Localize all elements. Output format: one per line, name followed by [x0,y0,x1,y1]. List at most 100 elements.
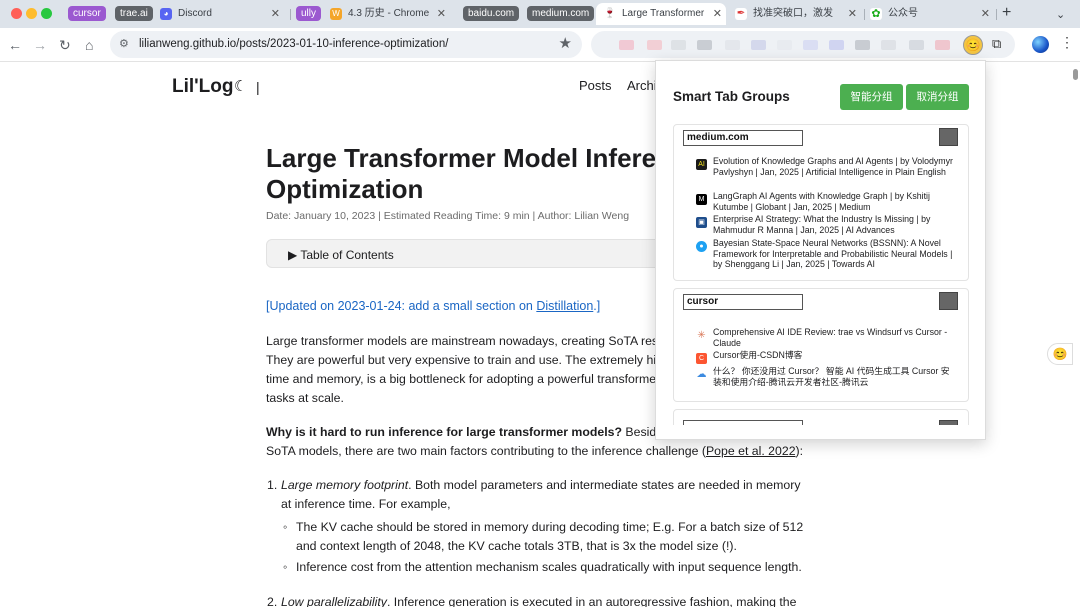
browser-toolbar: ← → ↻ ⌂ ⚙ lilianweng.github.io/posts/202… [0,28,1080,62]
forward-arrow-icon[interactable]: → [33,36,47,54]
discord-icon: ◕ [160,8,172,20]
site-info-icon[interactable]: ⚙ [119,37,129,50]
side-extension-icon[interactable]: 😊 [1047,343,1073,365]
emphasis: Low parallelizability [281,595,387,607]
tab-search-chevron-icon[interactable]: ⌄ [1056,6,1065,24]
claude-icon: ✳ [696,330,707,341]
close-icon[interactable]: ✕ [713,3,722,25]
list-number: 1. [267,478,278,492]
text-line: and context length of 2048, the KV cache… [296,539,737,553]
group-tab-item[interactable]: ● Bayesian State-Space Neural Networks (… [696,238,958,270]
address-bar[interactable]: ⚙ lilianweng.github.io/posts/2023-01-10-… [110,31,582,58]
wine-glass-icon: 🍷 [603,8,617,20]
smart-tab-groups-extension-button[interactable]: 😊 [963,35,983,55]
group-card-next [673,409,969,425]
pope-link[interactable]: Pope et al. 2022 [706,444,796,458]
update-prefix: [Updated on 2023-01-24: add a small sect… [266,299,537,313]
menu-archive[interactable]: Archi [627,78,657,93]
group-list[interactable]: medium.com AI Evolution of Knowledge Gra… [673,124,969,425]
update-note: [Updated on 2023-01-24: add a small sect… [266,299,600,313]
close-window-button[interactable] [11,8,22,19]
group-tab-item[interactable]: ☁ 什么？ 你还没用过 Cursor？ 智能 AI 代码生成工具 Cursor … [696,366,958,387]
group-color-picker[interactable] [939,420,958,425]
group-card-medium: medium.com AI Evolution of Knowledge Gra… [673,124,969,281]
close-icon[interactable]: ✕ [848,3,857,25]
popup-title: Smart Tab Groups [673,89,790,104]
tab-group-baidu[interactable]: baidu.com [463,6,520,21]
group-name-input[interactable] [683,420,803,425]
text-line: Large transformer models are mainstream … [266,334,665,348]
towards-ai-icon: ● [696,241,707,252]
menu-posts[interactable]: Posts [579,78,612,93]
tab-article[interactable]: ✒ 找准突破口，激发 ✕ [735,3,861,25]
tencent-cloud-icon: ☁ [696,369,707,380]
group-color-picker[interactable] [939,128,958,146]
tab-discord[interactable]: ◕ Discord ✕ [160,3,284,25]
theme-toggle-moon-icon[interactable]: ☾ [234,77,247,95]
distillation-link[interactable]: Distillation [536,299,593,313]
extensions-strip [591,31,1015,58]
group-tab-item[interactable]: AI Evolution of Knowledge Graphs and AI … [696,156,958,177]
tab-strip: cursor trae.ai ◕ Discord ✕ ully W 4.3 历史… [0,0,1080,28]
text-line: They are powerful but very expensive to … [266,353,663,367]
table-of-contents[interactable]: ▶ Table of Contents [266,239,666,268]
maximize-window-button[interactable] [41,8,52,19]
profile-avatar[interactable] [1032,36,1049,53]
tab-group-cursor[interactable]: cursor [68,6,106,21]
pen-icon: ✒ [735,8,747,20]
reload-icon[interactable]: ↻ [59,36,71,54]
article-meta: Date: January 10, 2023 | Estimated Readi… [266,210,630,222]
text-span: ): [795,444,804,458]
tab-large-transformer[interactable]: 🍷 Large Transformer ✕ [596,3,726,25]
close-icon[interactable]: ✕ [271,3,280,25]
group-color-picker[interactable] [939,292,958,310]
tab-title: Discord [178,8,212,19]
bookmark-star-icon[interactable]: ★ [559,34,572,52]
tab-item-title: 什么？ 你还没用过 Cursor？ 智能 AI 代码生成工具 Cursor 安装… [713,366,950,387]
tab-wechat[interactable]: ✿ 公众号 ✕ [870,3,994,25]
extensions-puzzle-icon[interactable]: ⧉ [992,36,1001,52]
group-tab-item[interactable]: M LangGraph AI Agents with Knowledge Gra… [696,191,958,212]
tab-item-title: Enterprise AI Strategy: What the Industr… [713,214,931,235]
w-icon: W [330,8,342,20]
tab-item-title: Comprehensive AI IDE Review: trae vs Win… [713,327,948,348]
tab-group-ully[interactable]: ully [296,6,322,21]
new-tab-button[interactable]: + [1002,4,1011,22]
smart-tab-groups-popup: Smart Tab Groups 智能分组 取消分组 medium.com AI… [655,60,986,440]
ai-advances-icon: ▣ [696,217,707,228]
list-number: 2. [267,595,278,607]
minimize-window-button[interactable] [26,8,37,19]
smart-group-button[interactable]: 智能分组 [840,84,903,110]
url-text[interactable]: lilianweng.github.io/posts/2023-01-10-in… [139,38,448,50]
tab-item-title: Cursor使用-CSDN博客 [713,350,803,360]
text-span: . Inference generation is executed in an… [386,595,797,607]
home-icon[interactable]: ⌂ [85,36,93,54]
csdn-icon: C [696,353,707,364]
medium-icon: M [696,194,707,205]
text-span: SoTA models, there are two main factors … [266,444,706,458]
group-tab-item[interactable]: ▣ Enterprise AI Strategy: What the Indus… [696,214,958,235]
site-logo[interactable]: Lil'Log [172,76,234,98]
tab-title: 4.3 历史 - Chrome [348,8,430,19]
ungroup-button[interactable]: 取消分组 [906,84,969,110]
tab-title: 找准突破口，激发 [753,8,833,19]
page-scrollbar[interactable] [1073,69,1078,80]
close-icon[interactable]: ✕ [437,3,446,25]
tab-title: Large Transformer [622,8,705,19]
ai-plain-english-icon: AI [696,159,707,170]
text-line: tasks at scale. [266,391,344,405]
tab-group-trae[interactable]: trae.ai [115,6,153,21]
tab-item-title: LangGraph AI Agents with Knowledge Graph… [713,191,930,212]
group-name-input[interactable]: cursor [683,294,803,310]
bullet-dot: ◦ [283,520,288,534]
browser-menu-icon[interactable]: ⋮ [1060,34,1074,51]
group-tab-item[interactable]: ✳ Comprehensive AI IDE Review: trae vs W… [696,327,958,348]
close-icon[interactable]: ✕ [981,3,990,25]
group-card-cursor: cursor ✳ Comprehensive AI IDE Review: tr… [673,288,969,402]
tab-history[interactable]: W 4.3 历史 - Chrome ✕ [330,3,450,25]
group-tab-item[interactable]: C Cursor使用-CSDN博客 [696,350,958,364]
back-arrow-icon[interactable]: ← [8,36,22,54]
text-span: . Both model parameters and intermediate… [408,478,801,492]
tab-group-medium[interactable]: medium.com [527,6,595,21]
group-name-input[interactable]: medium.com [683,130,803,146]
